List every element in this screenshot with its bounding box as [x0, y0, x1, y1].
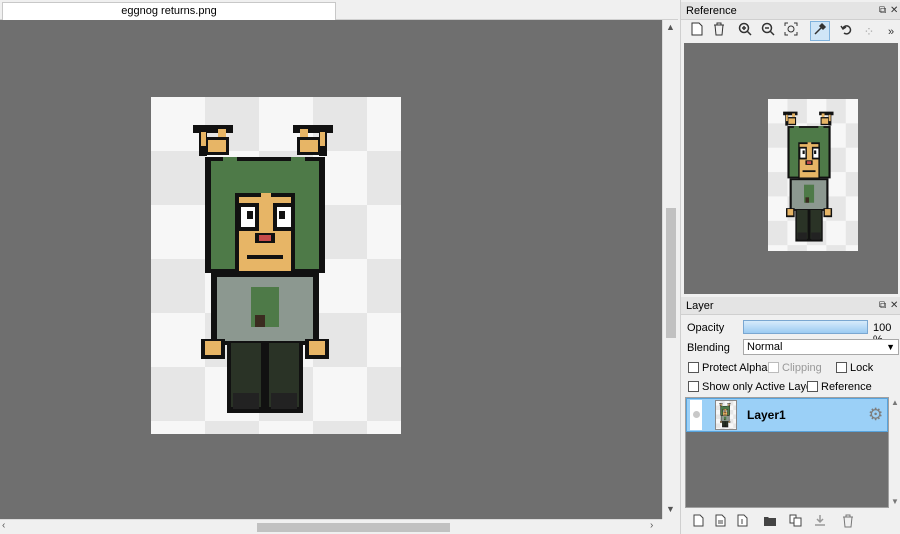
reference-checkbox[interactable] [807, 381, 818, 392]
delete-layer-icon[interactable] [839, 514, 857, 532]
visibility-toggle[interactable] [690, 400, 702, 430]
vertical-scroll-thumb[interactable] [666, 208, 676, 338]
new-raster-layer-icon[interactable] [711, 514, 729, 532]
layer-row[interactable]: Layer1 ⚙ [686, 398, 888, 432]
folder-icon[interactable] [761, 514, 779, 532]
blending-value: Normal [747, 341, 783, 353]
right-dock: Reference ⧉ ✕ ⁘ » Layer ⧉ ✕ Opacity 100 … [680, 0, 900, 534]
gear-icon[interactable]: ⚙ [868, 405, 883, 425]
blending-label: Blending [687, 342, 730, 354]
layer-list-scrollbar[interactable]: ▲ ▼ [889, 397, 900, 508]
scrollbar-corner [662, 519, 678, 534]
scroll-up-icon[interactable]: ▲ [891, 398, 899, 407]
horizontal-scroll-thumb[interactable] [257, 523, 450, 532]
scroll-down-icon[interactable]: ▼ [891, 497, 899, 506]
show-only-active-label: Show only Active Layer [702, 381, 816, 393]
rotate-icon[interactable] [837, 22, 857, 42]
reference-view[interactable] [684, 43, 898, 294]
new-icon[interactable] [687, 22, 707, 42]
dropdown-arrow-icon: ▼ [886, 342, 895, 352]
duplicate-layer-icon[interactable] [787, 514, 805, 532]
layer-panel-title: Layer [686, 300, 714, 312]
reference-label: Reference [821, 381, 872, 393]
scroll-right-icon[interactable]: › [650, 520, 653, 531]
float-icon[interactable]: ⧉ [879, 2, 886, 20]
new-mono-layer-icon[interactable] [733, 514, 751, 532]
canvas-document[interactable] [151, 97, 401, 434]
document-tab[interactable]: eggnog returns.png [2, 2, 336, 20]
layer-thumbnail [715, 400, 737, 430]
loading-icon: ⁘ [863, 24, 875, 39]
canvas-vertical-scrollbar[interactable]: ▲ ▼ [662, 20, 678, 519]
lock-checkbox[interactable] [836, 362, 847, 373]
canvas-area[interactable] [0, 20, 662, 519]
pixel-art-canvas [151, 97, 401, 434]
clipping-checkbox [768, 362, 779, 373]
visibility-dot-icon [693, 411, 700, 418]
zoom-in-icon[interactable] [735, 22, 755, 42]
reference-panel-header: Reference ⧉ ✕ [681, 2, 900, 20]
zoom-out-icon[interactable] [758, 22, 778, 42]
new-layer-icon[interactable] [689, 514, 707, 532]
clipping-label: Clipping [782, 362, 822, 374]
eyedropper-icon[interactable] [810, 21, 830, 41]
layer-list[interactable]: Layer1 ⚙ [685, 397, 889, 508]
document-tab-bar: eggnog returns.png [0, 0, 678, 20]
protect-alpha-checkbox[interactable] [688, 362, 699, 373]
blending-select[interactable]: Normal ▼ [743, 339, 899, 355]
fit-icon[interactable] [781, 22, 801, 42]
show-only-active-checkbox[interactable] [688, 381, 699, 392]
opacity-label: Opacity [687, 322, 725, 334]
delete-icon[interactable] [709, 22, 729, 42]
float-icon[interactable]: ⧉ [879, 297, 886, 315]
lock-label: Lock [850, 362, 874, 374]
close-icon[interactable]: ✕ [890, 2, 898, 20]
reference-thumbnail [768, 99, 858, 251]
scroll-left-icon[interactable]: ‹ [2, 520, 5, 531]
opacity-slider[interactable] [743, 320, 868, 334]
layer-panel-header: Layer ⧉ ✕ [681, 297, 900, 315]
close-icon[interactable]: ✕ [890, 297, 898, 315]
scroll-up-icon[interactable]: ▲ [666, 22, 675, 32]
layer-name[interactable]: Layer1 [747, 408, 786, 422]
reference-panel-title: Reference [686, 5, 737, 17]
merge-down-icon[interactable] [811, 514, 829, 532]
more-icon[interactable]: » [884, 22, 898, 42]
scroll-down-icon[interactable]: ▼ [666, 504, 675, 514]
canvas-horizontal-scrollbar[interactable]: ‹ › [0, 519, 662, 534]
protect-alpha-label: Protect Alpha [702, 362, 768, 374]
